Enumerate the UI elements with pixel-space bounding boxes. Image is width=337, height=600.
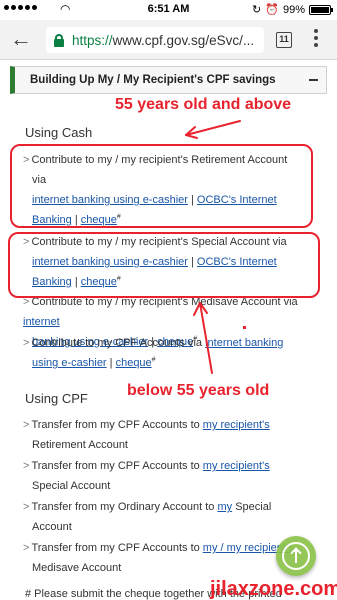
item-text-cont: Retirement Account (32, 439, 128, 451)
annotation-box-retirement (10, 144, 313, 228)
minus-icon[interactable] (309, 79, 318, 81)
lock-rotation-icon: ↻ (252, 4, 262, 16)
tab-switcher-button[interactable]: 11 (276, 32, 292, 48)
using-cpf-heading: Using CPF (25, 391, 88, 406)
annotation-above-55: 55 years old and above (115, 96, 292, 113)
link-internet[interactable]: internet (23, 316, 60, 328)
item-text: Contribute to my CPF Accounts via (31, 337, 203, 349)
chevron-right-icon: > (23, 337, 30, 349)
alarm-icon: ⏰ (265, 4, 279, 16)
lock-icon (54, 33, 64, 47)
list-item-transfer-ra: > Transfer from my CPF Accounts to my rec… (23, 415, 323, 455)
item-text: Transfer from my CPF Accounts to (31, 542, 203, 554)
url-scheme: https:// (72, 32, 113, 48)
link-recipient[interactable]: my recipient's (203, 419, 270, 431)
browser-toolbar: ← https:// www.cpf.gov.sg/eSvc/... 11 (0, 20, 337, 60)
link-ecashier[interactable]: using e-cashier (32, 357, 107, 369)
item-text-cont: Special Account (32, 480, 111, 492)
annotation-below-55: below 55 years old (127, 382, 270, 399)
using-cash-heading: Using Cash (25, 125, 93, 140)
link-my[interactable]: my (217, 501, 232, 513)
watermark: jilaxzone.com (210, 578, 337, 600)
scroll-to-top-button[interactable] (276, 536, 316, 576)
item-text: Transfer from my Ordinary Account to (31, 501, 218, 513)
list-item-cpf-accounts: > Contribute to my CPF Accounts via inter… (23, 333, 323, 373)
separator: | (106, 357, 116, 369)
back-arrow-icon[interactable]: ← (10, 28, 32, 50)
accordion-title: Building Up My / My Recipient's CPF savi… (30, 74, 276, 86)
more-vertical-icon[interactable] (313, 29, 319, 47)
accordion-header[interactable]: Building Up My / My Recipient's CPF savi… (10, 66, 327, 94)
link-cheque[interactable]: cheque (116, 357, 152, 369)
item-text-cont: Account (32, 521, 72, 533)
chevron-right-icon: > (23, 542, 30, 554)
item-text: Transfer from my CPF Accounts to (31, 460, 203, 472)
link-internet-banking[interactable]: internet banking (205, 337, 283, 349)
list-item-transfer-sa: > Transfer from my CPF Accounts to my rec… (23, 456, 323, 496)
list-item-transfer-oa: > Transfer from my Ordinary Account to my… (23, 497, 323, 537)
address-bar[interactable]: https:// www.cpf.gov.sg/eSvc/... (46, 27, 264, 53)
chevron-right-icon: > (23, 419, 30, 431)
link-recipient[interactable]: my recipient's (203, 460, 270, 472)
chevron-right-icon: > (23, 460, 30, 472)
footnote-mark: # (151, 356, 156, 364)
item-text: Transfer from my CPF Accounts to (31, 419, 203, 431)
status-right: ↻ ⏰ 99% (252, 3, 333, 16)
annotation-dot (243, 326, 246, 329)
battery-percent: 99% (282, 3, 305, 16)
url-text: www.cpf.gov.sg/eSvc/... (112, 32, 255, 48)
annotation-box-special (8, 232, 320, 298)
battery-icon (309, 4, 333, 15)
item-text-mid: Special (232, 501, 272, 513)
arrow-down-left (185, 120, 241, 136)
status-bar: ◠ 6:51 AM ↻ ⏰ 99% (0, 0, 337, 20)
chevron-right-icon: > (23, 501, 30, 513)
